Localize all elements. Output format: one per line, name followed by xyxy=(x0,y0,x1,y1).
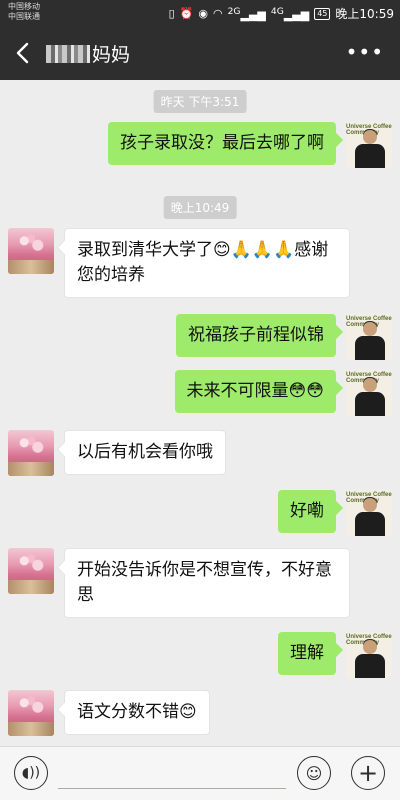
emoji-icon[interactable]: ☺ xyxy=(297,756,331,790)
plus-icon[interactable]: + xyxy=(351,756,385,790)
avatar-self[interactable]: Universe Coffee Community xyxy=(346,314,392,360)
carrier-1: 中国移动 xyxy=(8,2,40,11)
status-icons: ▯ ⏰ ◉ ◠ 2G▂▄▆ 4G▂▄▆ 45 晚上10:59 xyxy=(169,5,394,22)
more-options-icon[interactable]: ••• xyxy=(346,40,384,64)
timestamp: 昨天 下午3:51 xyxy=(153,90,247,113)
message-bubble-sent[interactable]: 理解 xyxy=(278,632,336,675)
message-bubble-received[interactable]: 录取到清华大学了😊🙏🙏🙏感谢您的培养 xyxy=(64,228,350,298)
message-input[interactable] xyxy=(58,759,286,789)
message-bubble-received[interactable]: 语文分数不错😊 xyxy=(64,690,210,735)
message-bubble-sent[interactable]: 孩子录取没？最后去哪了啊 xyxy=(108,122,336,165)
message-bubble-sent[interactable]: 祝福孩子前程似锦 xyxy=(176,314,336,357)
input-bar: ◖)) ☺ + xyxy=(0,746,400,800)
chat-header: 妈妈 ••• xyxy=(0,26,400,80)
message-bubble-sent[interactable]: 未来不可限量😳😳 xyxy=(174,370,336,413)
carrier-2: 中国联通 xyxy=(8,12,40,21)
message-list[interactable]: 昨天 下午3:51 Universe Coffee Community 孩子录取… xyxy=(0,80,400,746)
signal-2g-icon: 2G▂▄▆ xyxy=(227,5,266,22)
avatar-contact[interactable] xyxy=(8,228,54,274)
avatar-contact[interactable] xyxy=(8,548,54,594)
avatar-contact[interactable] xyxy=(8,430,54,476)
avatar-self[interactable]: Universe Coffee Community xyxy=(346,370,392,416)
message-bubble-sent[interactable]: 好嘞 xyxy=(278,490,336,533)
status-bar: 中国移动 中国联通 ▯ ⏰ ◉ ◠ 2G▂▄▆ 4G▂▄▆ 45 晚上10:59 xyxy=(0,0,400,26)
avatar-self[interactable]: Universe Coffee Community xyxy=(346,632,392,678)
battery-icon: 45 xyxy=(314,7,331,20)
timestamp: 晚上10:49 xyxy=(163,196,237,219)
carrier-info: 中国移动 中国联通 xyxy=(8,2,40,22)
voice-icon[interactable]: ◖)) xyxy=(14,756,48,790)
alarm-icon: ⏰ xyxy=(179,7,194,20)
avatar-self[interactable]: Universe Coffee Community xyxy=(346,122,392,168)
status-time: 晚上10:59 xyxy=(335,7,394,21)
back-arrow-icon[interactable] xyxy=(10,39,36,67)
message-bubble-received[interactable]: 开始没告诉你是不想宣传，不好意思 xyxy=(64,548,350,618)
pixelated-name xyxy=(46,44,90,63)
eye-icon: ◉ xyxy=(198,7,208,20)
vibrate-icon: ▯ xyxy=(168,7,175,20)
wifi-icon: ◠ xyxy=(212,7,223,20)
chat-title-text: 妈妈 xyxy=(92,44,131,66)
message-bubble-received[interactable]: 以后有机会看你哦 xyxy=(64,430,226,475)
avatar-contact[interactable] xyxy=(8,690,54,736)
signal-4g-icon: 4G▂▄▆ xyxy=(270,5,310,22)
avatar-self[interactable]: Universe Coffee Community xyxy=(346,490,392,536)
chat-title: 妈妈 xyxy=(46,40,130,67)
